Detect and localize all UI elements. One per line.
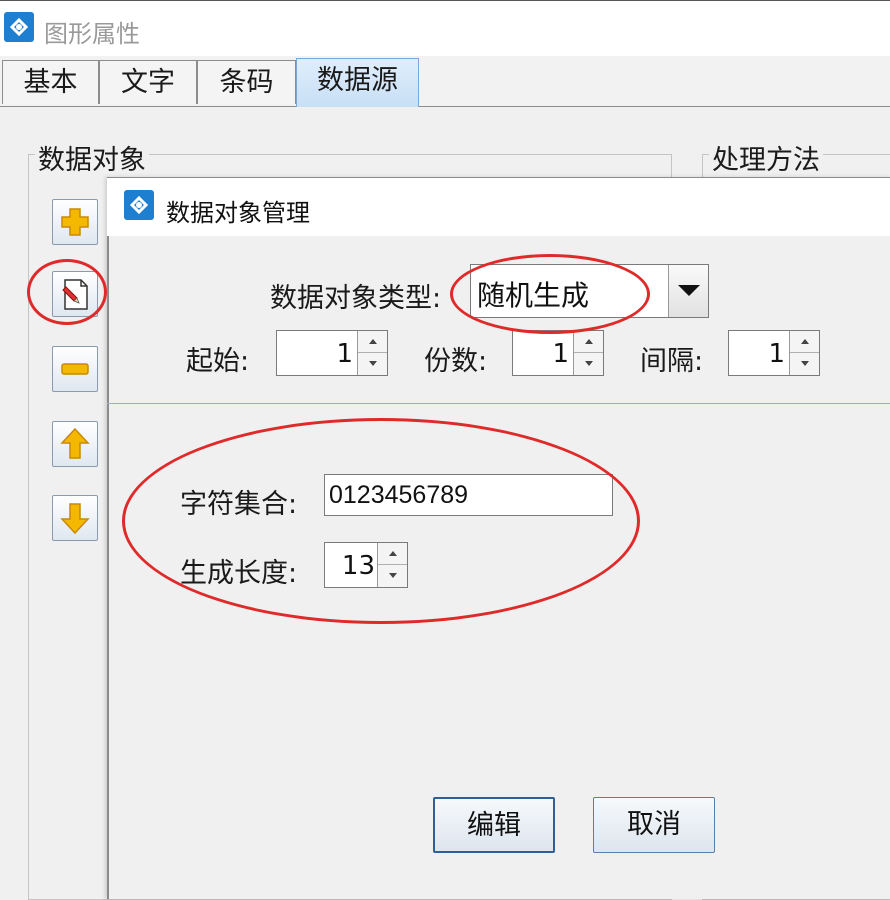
remove-button[interactable] — [52, 346, 98, 392]
chevron-down-icon — [678, 285, 700, 296]
tab-barcode[interactable]: 条码 — [197, 60, 296, 104]
type-select-value: 随机生成 — [477, 279, 590, 312]
type-label: 数据对象类型: — [270, 283, 442, 314]
data-object-group-label: 数据对象 — [35, 138, 149, 177]
length-decrement[interactable] — [378, 565, 407, 587]
spin-down-icon — [801, 361, 809, 366]
interval-label: 间隔: — [640, 346, 704, 377]
length-label: 生成长度: — [180, 558, 298, 589]
charset-value: 0123456789 — [329, 481, 469, 509]
move-up-icon — [60, 427, 90, 459]
type-select-dropdown-button[interactable] — [668, 265, 708, 317]
copies-spinner[interactable]: 1 — [512, 330, 604, 376]
edit-button[interactable] — [52, 271, 98, 317]
interval-increment[interactable] — [790, 331, 819, 353]
spin-down-icon — [389, 573, 397, 578]
spin-up-icon — [369, 339, 377, 344]
processing-group-label: 处理方法 — [709, 138, 823, 177]
remove-icon — [61, 363, 89, 375]
tab-text[interactable]: 文字 — [99, 60, 197, 104]
window-title: 图形属性 — [44, 20, 140, 48]
spin-up-icon — [801, 339, 809, 344]
app-logo-icon — [4, 12, 34, 42]
charset-input[interactable]: 0123456789 — [324, 474, 613, 516]
charset-label: 字符集合: — [180, 489, 298, 520]
length-spinner[interactable]: 13 — [324, 542, 408, 588]
start-value: 1 — [336, 339, 353, 369]
start-spinner[interactable]: 1 — [276, 330, 388, 376]
copies-value: 1 — [552, 339, 569, 369]
dialog-title: 数据对象管理 — [166, 199, 310, 227]
copies-increment[interactable] — [574, 331, 603, 353]
tab-basic[interactable]: 基本 — [2, 60, 99, 104]
interval-value: 1 — [768, 339, 785, 369]
cancel-button[interactable]: 取消 — [593, 797, 715, 853]
dialog-logo-icon — [124, 190, 154, 220]
length-value: 13 — [341, 551, 375, 581]
move-down-icon — [60, 503, 90, 535]
copies-label: 份数: — [424, 346, 488, 377]
start-label: 起始: — [186, 346, 250, 377]
length-increment[interactable] — [378, 543, 407, 565]
spin-up-icon — [389, 551, 397, 556]
interval-spinner[interactable]: 1 — [728, 330, 820, 376]
move-down-button[interactable] — [52, 495, 98, 541]
start-increment[interactable] — [358, 331, 387, 353]
move-up-button[interactable] — [52, 421, 98, 467]
edit-confirm-button[interactable]: 编辑 — [433, 797, 555, 853]
spin-up-icon — [585, 339, 593, 344]
dialog-separator — [107, 403, 890, 404]
add-icon — [61, 208, 89, 236]
spin-down-icon — [585, 361, 593, 366]
spin-down-icon — [369, 361, 377, 366]
add-button[interactable] — [52, 199, 98, 245]
type-select[interactable]: 随机生成 — [470, 264, 709, 318]
copies-decrement[interactable] — [574, 353, 603, 375]
tab-data-source[interactable]: 数据源 — [296, 58, 419, 107]
interval-decrement[interactable] — [790, 353, 819, 375]
start-decrement[interactable] — [358, 353, 387, 375]
edit-icon — [62, 279, 88, 310]
